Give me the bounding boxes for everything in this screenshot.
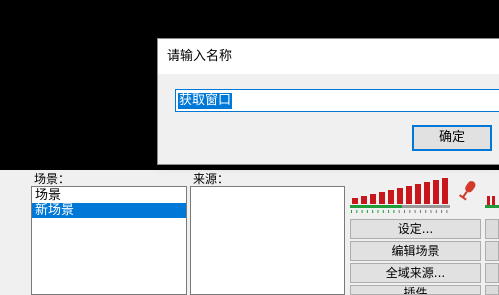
edge-button-clip-3 (485, 263, 499, 283)
meter-tick (372, 210, 374, 213)
dialog-title: 请输入名称 (167, 49, 233, 64)
global-sources-button[interactable]: 全域来源... (350, 263, 481, 283)
meter-tick (361, 210, 363, 213)
meter-bar (424, 182, 430, 204)
meter-baseline-gray (402, 205, 450, 208)
name-input-value: 获取窗口 (178, 93, 233, 109)
meter-bar (352, 198, 358, 204)
meter-tick (414, 210, 416, 213)
meter-bar (415, 184, 421, 204)
meter-tick (435, 210, 437, 213)
meter-tick (382, 210, 384, 213)
meter-tick (351, 210, 352, 213)
meter-tick (419, 210, 421, 213)
meter-tick (393, 210, 395, 213)
meter-bar (442, 178, 448, 204)
meter-tick (441, 210, 443, 213)
meter-tick (366, 210, 368, 213)
meter-tick (377, 210, 379, 213)
microphone-icon[interactable] (456, 178, 480, 202)
ok-button[interactable]: 确定 (412, 125, 492, 151)
meter-bars (352, 178, 448, 204)
dialog-titlebar[interactable]: 请输入名称 (158, 39, 499, 74)
meter-tick (446, 210, 448, 213)
meter-bar (397, 188, 403, 204)
meter-tick (398, 210, 400, 213)
edge-button-clip-1 (485, 219, 499, 239)
edge-meter-clip (485, 196, 499, 210)
input-name-dialog: 请输入名称 获取窗口 确定 (157, 38, 499, 165)
edit-scene-button[interactable]: 编辑场景 (350, 241, 481, 261)
edge-button-clip-4 (485, 285, 499, 295)
meter-baseline-green (350, 205, 402, 208)
scenes-label: 场景： (34, 172, 71, 186)
meter-ticks (351, 210, 448, 213)
sources-label: 来源： (193, 172, 230, 186)
scene-item-0[interactable]: 场景 (32, 188, 186, 203)
settings-button[interactable]: 设定... (350, 219, 481, 239)
plugins-button[interactable]: 插件 (350, 285, 481, 295)
meter-tick (425, 210, 427, 213)
meter-tick (430, 210, 432, 213)
edge-button-clip-2 (485, 241, 499, 261)
meter-bar (388, 190, 394, 204)
meter-tick (388, 210, 390, 213)
meter-bar (379, 192, 385, 204)
name-input[interactable]: 获取窗口 (175, 89, 499, 112)
meter-bar (361, 196, 367, 204)
scenes-list[interactable]: 场景 新场景 (31, 186, 187, 295)
meter-tick (409, 210, 411, 213)
meter-bar (406, 186, 412, 204)
meter-bar (370, 194, 376, 204)
meter-bar (433, 180, 439, 204)
scene-item-1[interactable]: 新场景 (32, 203, 186, 218)
meter-tick (356, 210, 358, 213)
meter-tick (404, 210, 405, 213)
sources-list[interactable] (190, 186, 345, 295)
